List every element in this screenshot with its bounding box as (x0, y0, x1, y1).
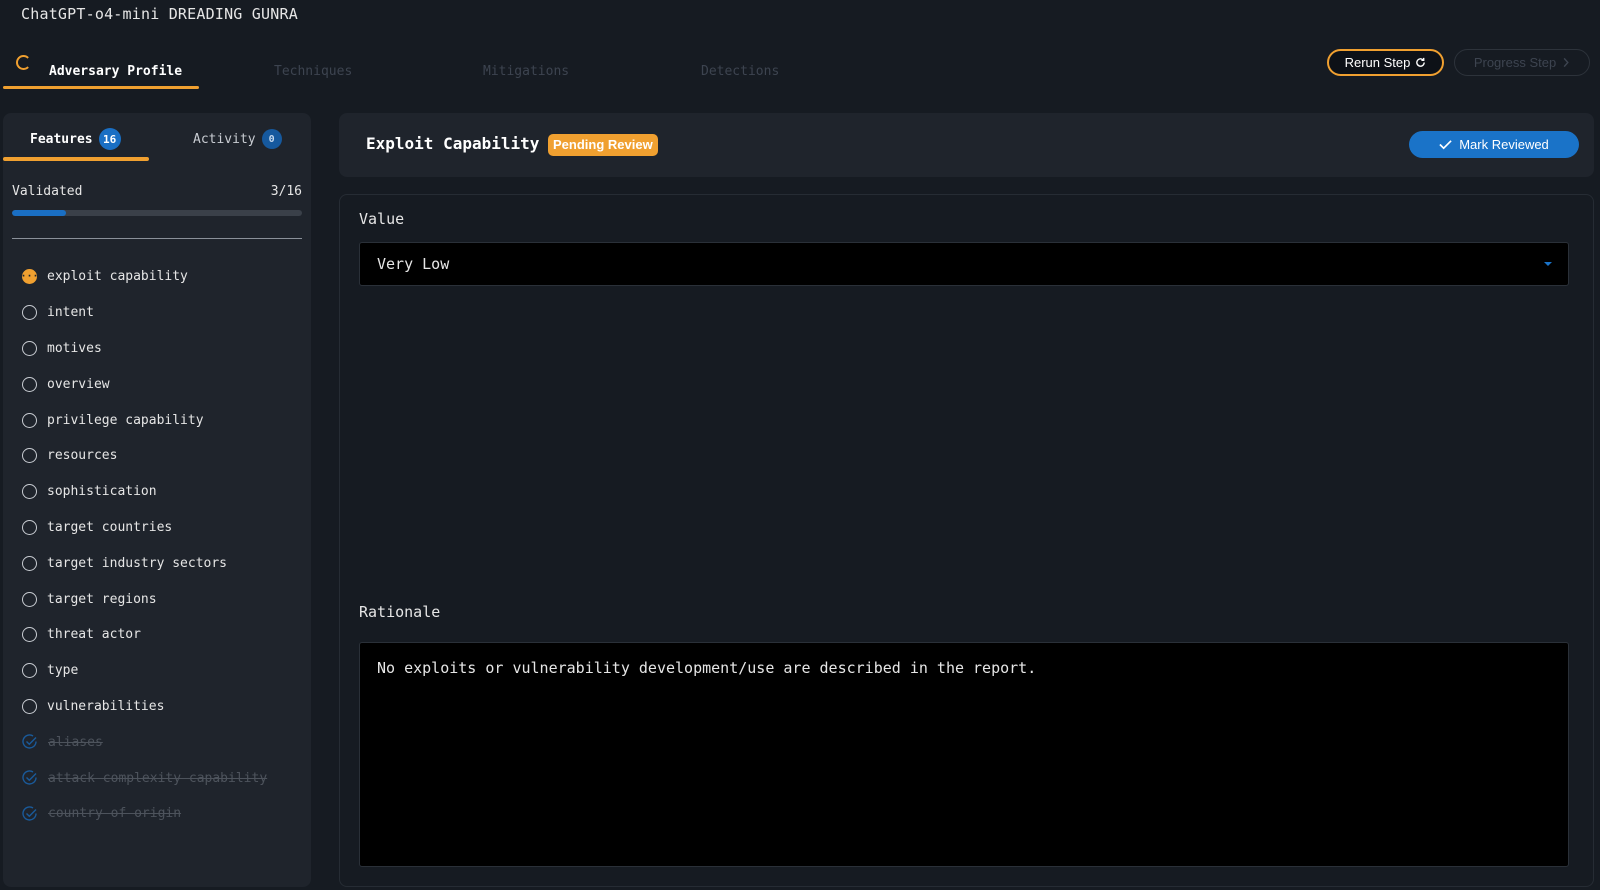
detail-header: Exploit Capability Pending Review Mark R… (339, 113, 1594, 177)
feature-item-label: vulnerabilities (47, 698, 165, 714)
feature-item-label: aliases (48, 734, 103, 750)
status-badge: Pending Review (548, 134, 658, 156)
feature-item[interactable]: sophistication (3, 474, 311, 510)
sidebar-tab-label: Activity (193, 131, 256, 147)
feature-sidebar: Features 16 Activity 0 Validated 3/16 ··… (3, 113, 311, 887)
chevron-right-icon (1563, 57, 1569, 68)
feature-item-label: country of origin (48, 806, 182, 822)
feature-item[interactable]: aliases (3, 724, 311, 760)
value-select[interactable]: Very Low (359, 242, 1569, 286)
sidebar-tab-underline (3, 157, 149, 161)
empty-circle-icon (22, 484, 37, 500)
feature-item[interactable]: ··· exploit capability (3, 259, 311, 295)
feature-item[interactable]: threat actor (3, 617, 311, 653)
validated-progress-fill (12, 210, 67, 216)
feature-item[interactable]: intent (3, 295, 311, 331)
rationale-label: Rationale (359, 603, 441, 621)
empty-circle-icon (22, 519, 37, 535)
check-icon (1439, 140, 1452, 150)
empty-circle-icon (22, 555, 37, 571)
feature-item-label: resources (47, 448, 118, 464)
empty-circle-icon (22, 412, 37, 428)
progress-step-label: Progress Step (1473, 55, 1557, 70)
validated-count: 3/16 (270, 184, 302, 199)
feature-item-label: threat actor (47, 627, 141, 643)
empty-circle-icon (22, 627, 37, 643)
feature-item[interactable]: target regions (3, 581, 311, 617)
mark-reviewed-button[interactable]: Mark Reviewed (1409, 131, 1579, 158)
empty-circle-icon (22, 698, 37, 714)
value-label: Value (359, 210, 405, 228)
feature-item-label: target regions (47, 591, 157, 607)
rerun-step-button[interactable]: Rerun Step (1327, 49, 1444, 76)
feature-item[interactable]: overview (3, 366, 311, 402)
rationale-textarea[interactable]: No exploits or vulnerability development… (359, 642, 1569, 867)
loading-spinner-icon (16, 55, 31, 70)
validated-progress-bar (12, 210, 302, 216)
feature-item[interactable]: type (3, 653, 311, 689)
feature-item[interactable]: country of origin (3, 796, 311, 832)
feature-item-label: overview (47, 376, 110, 392)
chevron-down-icon (1544, 262, 1552, 266)
feature-item-label: attack complexity capability (48, 770, 268, 786)
tab-detections[interactable]: Detections (701, 52, 779, 92)
validated-label: Validated (12, 184, 83, 199)
feature-item-label: sophistication (47, 484, 157, 500)
feature-item-label: type (47, 663, 79, 679)
feature-item[interactable]: vulnerabilities (3, 689, 311, 725)
feature-item[interactable]: resources (3, 438, 311, 474)
tab-mitigations[interactable]: Mitigations (483, 52, 569, 92)
feature-list: ··· exploit capability intent motives overvi… (3, 259, 311, 832)
app-title: ChatGPT-o4-mini DREADING GUNRA (21, 5, 298, 23)
empty-circle-icon (22, 591, 37, 607)
empty-circle-icon (22, 448, 37, 464)
sidebar-tab-activity[interactable]: Activity 0 (193, 127, 282, 151)
feature-item[interactable]: privilege capability (3, 402, 311, 438)
feature-item-label: intent (47, 305, 94, 321)
feature-item[interactable]: target countries (3, 510, 311, 546)
active-tab-underline (3, 86, 199, 89)
check-circle-icon (22, 770, 37, 785)
feature-item-label: target countries (47, 519, 173, 535)
feature-item[interactable]: target industry sectors (3, 545, 311, 581)
feature-item[interactable]: motives (3, 331, 311, 367)
empty-circle-icon (22, 305, 37, 321)
check-circle-icon (22, 806, 37, 821)
value-selected-text: Very Low (377, 255, 450, 273)
feature-item-label: exploit capability (47, 269, 188, 285)
detail-form: Value Very Low Rationale No exploits or … (339, 194, 1594, 887)
progress-step-button[interactable]: Progress Step (1454, 49, 1590, 76)
empty-circle-icon (22, 340, 37, 356)
refresh-icon (1416, 57, 1426, 67)
features-count-badge: 16 (98, 128, 121, 150)
feature-item-label: privilege capability (47, 412, 204, 428)
feature-item-label: target industry sectors (47, 555, 228, 571)
sidebar-tab-label: Features (30, 131, 93, 147)
check-circle-icon (22, 734, 37, 749)
sidebar-tab-features[interactable]: Features 16 (30, 127, 121, 151)
empty-circle-icon (22, 376, 37, 392)
pending-dots-icon: ··· (20, 269, 39, 285)
activity-count-badge: 0 (261, 129, 282, 149)
sidebar-divider (12, 238, 302, 239)
mark-reviewed-label: Mark Reviewed (1459, 137, 1549, 152)
feature-item[interactable]: attack complexity capability (3, 760, 311, 796)
empty-circle-icon (22, 663, 37, 679)
rerun-step-label: Rerun Step (1344, 55, 1411, 70)
page-title: Exploit Capability (366, 134, 540, 153)
feature-item-label: motives (47, 340, 102, 356)
tab-techniques[interactable]: Techniques (274, 52, 352, 92)
